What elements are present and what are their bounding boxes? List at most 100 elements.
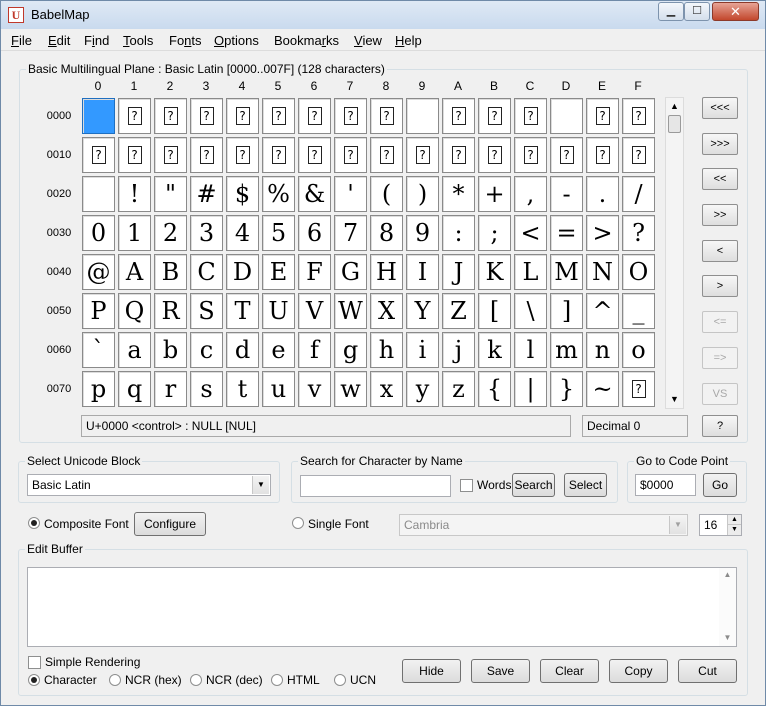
code-point-input[interactable]: $0000 [635,474,696,496]
composite-font-radio[interactable] [28,517,40,529]
char-cell[interactable]: \ [514,293,547,329]
clear-button[interactable]: Clear [540,659,599,683]
char-cell[interactable]: u [262,371,295,407]
char-cell[interactable]: ^ [586,293,619,329]
nav-button[interactable]: VS [702,383,738,405]
nav-button[interactable]: < [702,240,738,262]
char-cell[interactable]: ? [82,137,115,173]
char-cell[interactable]: 4 [226,215,259,251]
char-cell[interactable]: ? [550,137,583,173]
char-cell[interactable]: R [154,293,187,329]
char-cell[interactable]: b [154,332,187,368]
char-cell[interactable]: + [478,176,511,212]
go-button[interactable]: Go [703,473,737,497]
menu-find[interactable]: Find [84,33,109,48]
char-cell[interactable]: n [586,332,619,368]
char-cell[interactable]: ? [154,98,187,134]
char-cell[interactable]: ? [190,98,223,134]
grid-scrollbar[interactable]: ▲ ▼ [665,97,684,409]
char-cell[interactable]: H [370,254,403,290]
arrow-up-icon[interactable]: ▲ [719,570,736,579]
char-cell[interactable]: f [298,332,331,368]
spin-up-icon[interactable]: ▲ [727,515,741,525]
char-cell[interactable] [82,98,115,134]
menu-bookmarks[interactable]: Bookmarks [274,33,339,48]
menu-tools[interactable]: Tools [123,33,153,48]
menu-edit[interactable]: Edit [48,33,70,48]
char-cell[interactable]: M [550,254,583,290]
char-cell[interactable]: W [334,293,367,329]
char-cell[interactable]: x [370,371,403,407]
char-cell[interactable]: K [478,254,511,290]
menu-options[interactable]: Options [214,33,259,48]
char-cell[interactable]: X [370,293,403,329]
char-cell[interactable]: & [298,176,331,212]
hide-button[interactable]: Hide [402,659,461,683]
char-cell[interactable]: T [226,293,259,329]
char-cell[interactable]: _ [622,293,655,329]
char-cell[interactable]: ? [334,98,367,134]
nav-button[interactable]: ? [702,415,738,437]
char-cell[interactable]: O [622,254,655,290]
char-cell[interactable]: G [334,254,367,290]
nav-button[interactable]: <= [702,311,738,333]
char-cell[interactable]: ? [442,98,475,134]
single-font-select[interactable]: Cambria ▼ [399,514,688,536]
char-cell[interactable]: ? [514,137,547,173]
arrow-down-icon[interactable]: ▼ [666,391,683,408]
char-cell[interactable]: = [550,215,583,251]
char-cell[interactable]: ? [622,98,655,134]
char-cell[interactable]: ? [334,137,367,173]
nav-button[interactable]: <<< [702,97,738,119]
char-cell[interactable]: g [334,332,367,368]
char-cell[interactable]: D [226,254,259,290]
char-cell[interactable]: ? [586,98,619,134]
char-cell[interactable]: A [118,254,151,290]
char-cell[interactable]: Z [442,293,475,329]
char-cell[interactable]: , [514,176,547,212]
char-cell[interactable]: z [442,371,475,407]
char-cell[interactable]: J [442,254,475,290]
char-cell[interactable]: < [514,215,547,251]
char-cell[interactable]: l [514,332,547,368]
char-cell[interactable]: ? [370,137,403,173]
char-cell[interactable]: r [154,371,187,407]
char-cell[interactable]: y [406,371,439,407]
char-cell[interactable]: # [190,176,223,212]
char-cell[interactable]: 2 [154,215,187,251]
char-cell[interactable]: m [550,332,583,368]
char-cell[interactable]: e [262,332,295,368]
char-cell[interactable]: ' [334,176,367,212]
char-cell[interactable]: i [406,332,439,368]
menu-fonts[interactable]: Fonts [169,33,202,48]
mode-radio[interactable] [334,674,346,686]
words-checkbox[interactable] [460,479,473,492]
char-cell[interactable] [82,176,115,212]
spin-down-icon[interactable]: ▼ [727,525,741,535]
maximize-button[interactable]: ☐ [684,2,710,21]
char-cell[interactable]: ] [550,293,583,329]
char-cell[interactable]: ~ [586,371,619,407]
char-cell[interactable]: : [442,215,475,251]
char-cell[interactable]: a [118,332,151,368]
char-cell[interactable]: ? [478,137,511,173]
simple-rendering-checkbox[interactable] [28,656,41,669]
char-cell[interactable]: v [298,371,331,407]
char-cell[interactable]: C [190,254,223,290]
char-cell[interactable]: c [190,332,223,368]
char-cell[interactable]: 0 [82,215,115,251]
char-cell[interactable]: 9 [406,215,439,251]
char-cell[interactable]: ? [154,137,187,173]
char-cell[interactable]: ? [298,137,331,173]
char-cell[interactable]: o [622,332,655,368]
mode-radio[interactable] [271,674,283,686]
char-cell[interactable]: ? [622,215,655,251]
char-cell[interactable]: | [514,371,547,407]
mode-radio[interactable] [190,674,202,686]
char-cell[interactable]: h [370,332,403,368]
char-cell[interactable]: w [334,371,367,407]
char-cell[interactable]: ? [262,98,295,134]
char-cell[interactable]: 6 [298,215,331,251]
copy-button[interactable]: Copy [609,659,668,683]
close-button[interactable]: ✕ [712,2,759,21]
